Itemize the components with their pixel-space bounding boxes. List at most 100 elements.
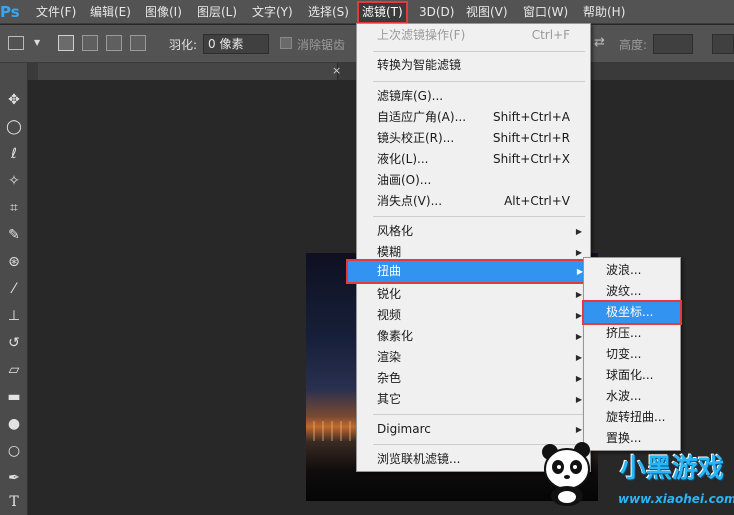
feather-input[interactable]: 0 像素 <box>203 34 269 54</box>
menu-item-vanishing-point[interactable]: 消失点(V)... Alt+Ctrl+V <box>357 191 590 212</box>
add-selection-icon[interactable] <box>82 35 98 51</box>
menu-item-adaptive-wide-angle[interactable]: 自适应广角(A)... Shift+Ctrl+A <box>357 107 590 128</box>
clone-stamp-icon[interactable]: ⊥ <box>0 305 28 327</box>
menu-item-digimarc[interactable]: Digimarc ▶ <box>357 419 590 440</box>
tools-panel: ✥ ◯ ℓ ✧ ⌗ ✎ ⊛ ⁄ ⊥ ↺ ▱ ▬ ● ○ ✒ T <box>0 63 28 515</box>
menu-item-label: 像素化 <box>377 329 414 343</box>
menu-bar: Ps 文件(F) 编辑(E) 图像(I) 图层(L) 文字(Y) 选择(S) 滤… <box>0 0 734 24</box>
brush-icon[interactable]: ⁄ <box>0 278 28 300</box>
submenu-arrow-icon: ▶ <box>575 332 582 341</box>
menu-file[interactable]: 文件(F) <box>33 3 79 22</box>
filter-menu: 上次滤镜操作(F) Ctrl+F 转换为智能滤镜 滤镜库(G)... 自适应广角… <box>346 23 593 472</box>
menu-image[interactable]: 图像(I) <box>142 3 185 22</box>
type-icon[interactable]: T <box>0 491 28 513</box>
menu-item-video[interactable]: 视频 ▶ <box>357 305 590 326</box>
eyedropper-icon[interactable]: ✎ <box>0 224 28 246</box>
document-tab[interactable]: × <box>38 63 341 80</box>
feather-label: 羽化: <box>169 38 198 52</box>
menu-help[interactable]: 帮助(H) <box>580 3 628 22</box>
submenu-item-twirl[interactable]: 旋转扭曲... <box>584 407 680 428</box>
menu-item-liquify[interactable]: 液化(L)... Shift+Ctrl+X <box>357 149 590 170</box>
menu-item-label: 视频 <box>377 308 402 322</box>
submenu-item-pinch[interactable]: 挤压... <box>584 323 680 344</box>
menu-window[interactable]: 窗口(W) <box>520 3 571 22</box>
antialias-label: 消除锯齿 <box>297 38 346 52</box>
crop-icon[interactable]: ⌗ <box>0 197 28 219</box>
gradient-icon[interactable]: ▬ <box>0 386 28 408</box>
menu-item-sharpen[interactable]: 锐化 ▶ <box>357 284 590 305</box>
lasso-icon[interactable]: ℓ <box>0 143 28 165</box>
eraser-icon[interactable]: ▱ <box>0 359 28 381</box>
menu-item-label: 模糊 <box>377 245 402 259</box>
dodge-icon[interactable]: ○ <box>0 440 28 462</box>
menu-item-convert-smart[interactable]: 转换为智能滤镜 <box>357 55 590 76</box>
tab-close-icon[interactable]: × <box>332 64 341 77</box>
watermark: 小黑游戏 www.xiaohei.com <box>540 440 734 515</box>
menu-item-render[interactable]: 渲染 ▶ <box>357 347 590 368</box>
menu-edit[interactable]: 编辑(E) <box>87 3 134 22</box>
submenu-arrow-icon: ▶ <box>575 353 582 362</box>
tool-preset-icon[interactable] <box>8 36 24 50</box>
menu-item-label: 油画(O)... <box>377 173 432 187</box>
submenu-item-shear[interactable]: 切变... <box>584 344 680 365</box>
menu-item-label: 镜头校正(R)... <box>377 131 455 145</box>
menu-3d[interactable]: 3D(D) <box>416 3 457 22</box>
menu-select[interactable]: 选择(S) <box>305 3 352 22</box>
menu-separator <box>373 81 585 82</box>
submenu-item-polar-coordinates[interactable]: 极坐标... <box>582 300 682 325</box>
menu-item-label: 扭曲 <box>377 264 402 278</box>
menu-separator <box>373 51 585 52</box>
submenu-arrow-icon: ▶ <box>575 425 582 434</box>
photoshop-window: Ps 文件(F) 编辑(E) 图像(I) 图层(L) 文字(Y) 选择(S) 滤… <box>0 0 734 515</box>
panda-mascot-icon <box>542 442 590 506</box>
menu-view[interactable]: 视图(V) <box>463 3 511 22</box>
menu-item-label: 液化(L)... <box>377 152 429 166</box>
height-input[interactable] <box>653 34 693 54</box>
subtract-selection-icon[interactable] <box>106 35 122 51</box>
marquee-icon[interactable]: ◯ <box>0 116 28 138</box>
menu-item-pixelate[interactable]: 像素化 ▶ <box>357 326 590 347</box>
history-brush-icon[interactable]: ↺ <box>0 332 28 354</box>
new-selection-icon[interactable] <box>58 35 74 51</box>
submenu-item-wave[interactable]: 波浪... <box>584 260 680 281</box>
menu-item-label: 滤镜库(G)... <box>377 89 444 103</box>
menu-item-label: 杂色 <box>377 371 402 385</box>
submenu-arrow-icon: ▶ <box>575 311 582 320</box>
menu-item-shortcut: Ctrl+F <box>531 28 570 42</box>
menu-item-other[interactable]: 其它 ▶ <box>357 389 590 410</box>
menu-item-label: 浏览联机滤镜... <box>377 452 461 466</box>
menu-item-stylize[interactable]: 风格化 ▶ <box>357 221 590 242</box>
ps-logo: Ps <box>0 3 20 21</box>
antialias-checkbox[interactable] <box>280 37 292 49</box>
submenu-item-spherize[interactable]: 球面化... <box>584 365 680 386</box>
menu-item-shortcut: Shift+Ctrl+R <box>492 131 570 145</box>
pen-icon[interactable]: ✒ <box>0 467 28 489</box>
submenu-item-zigzag[interactable]: 水波... <box>584 386 680 407</box>
height-label: 高度: <box>619 38 648 52</box>
menu-item-shortcut: Shift+Ctrl+X <box>493 152 570 166</box>
blur-icon[interactable]: ● <box>0 413 28 435</box>
menu-item-shortcut: Shift+Ctrl+A <box>493 110 570 124</box>
submenu-arrow-icon: ▶ <box>575 290 582 299</box>
menu-item-label: 渲染 <box>377 350 402 364</box>
submenu-item-ripple[interactable]: 波纹... <box>584 281 680 302</box>
menu-layer[interactable]: 图层(L) <box>194 3 240 22</box>
menu-item-oil-paint[interactable]: 油画(O)... <box>357 170 590 191</box>
tool-preset-chevron-icon[interactable]: ▼ <box>34 38 40 47</box>
menu-filter[interactable]: 滤镜(T) <box>357 1 408 24</box>
menu-item-last-filter: 上次滤镜操作(F) Ctrl+F <box>357 25 590 46</box>
menu-item-blur[interactable]: 模糊 ▶ <box>357 242 590 263</box>
menu-item-noise[interactable]: 杂色 ▶ <box>357 368 590 389</box>
menu-separator <box>373 216 585 217</box>
intersect-selection-icon[interactable] <box>130 35 146 51</box>
menu-item-label: 风格化 <box>377 224 414 238</box>
menu-item-filter-gallery[interactable]: 滤镜库(G)... <box>357 86 590 107</box>
menu-item-lens-correction[interactable]: 镜头校正(R)... Shift+Ctrl+R <box>357 128 590 149</box>
menu-item-distort[interactable]: 扭曲 ▶ <box>346 259 593 284</box>
move-icon[interactable]: ✥ <box>0 89 28 111</box>
healing-brush-icon[interactable]: ⊛ <box>0 251 28 273</box>
refine-edge-button[interactable] <box>712 34 734 54</box>
submenu-arrow-icon: ▶ <box>575 227 582 236</box>
magic-wand-icon[interactable]: ✧ <box>0 170 28 192</box>
menu-type[interactable]: 文字(Y) <box>249 3 296 22</box>
